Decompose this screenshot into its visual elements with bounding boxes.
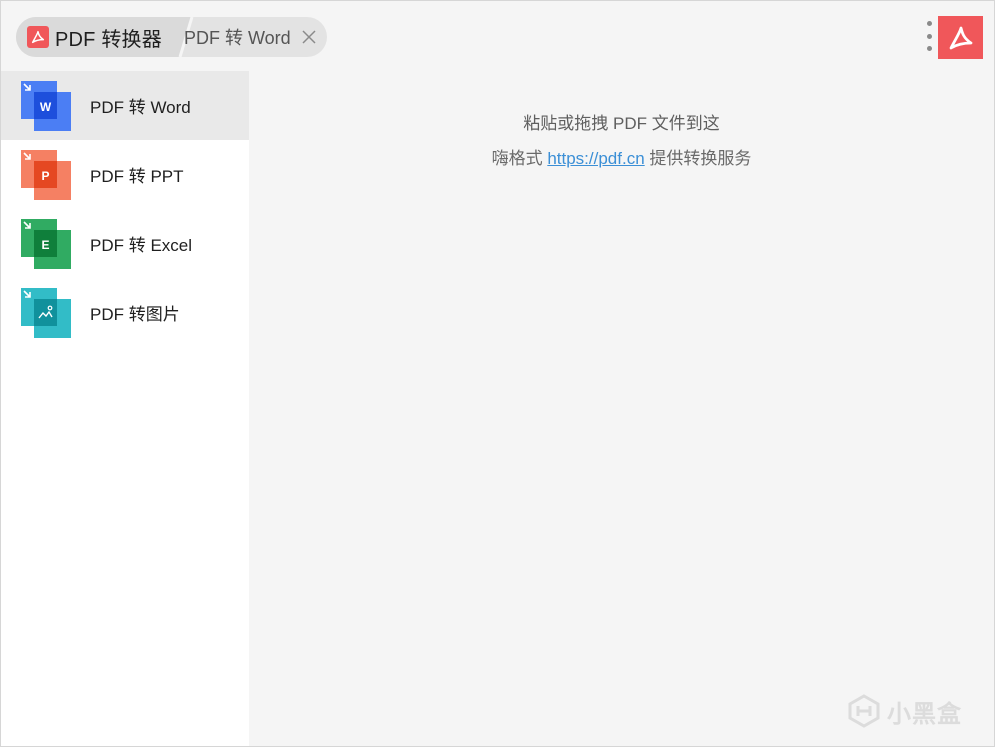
sidebar: W PDF 转 Word P PDF 转 PPT E PDF 转 Excel P… — [1, 71, 249, 746]
acrobat-icon — [949, 26, 972, 49]
ppt-doc-icon: P — [21, 150, 71, 200]
icon-letter: W — [40, 100, 52, 114]
credit-prefix: 嗨格式 — [491, 149, 543, 168]
more-vertical-icon[interactable] — [919, 21, 939, 51]
menu-dot — [926, 33, 932, 39]
watermark-text: 小黑盒 — [887, 700, 962, 728]
close-icon[interactable] — [301, 29, 317, 45]
menu-dot — [926, 46, 932, 51]
sidebar-item-label: PDF 转 Word — [90, 98, 191, 117]
app-title: PDF 转换器 — [55, 28, 162, 51]
heybox-logo-icon — [848, 694, 880, 728]
excel-doc-icon: E — [21, 219, 71, 269]
drop-hint-text: 粘贴或拖拽 PDF 文件到这 — [523, 114, 720, 133]
sidebar-item-pdf-to-ppt[interactable]: P PDF 转 PPT — [1, 140, 249, 209]
word-doc-icon: W — [21, 81, 71, 131]
sidebar-item-pdf-to-word[interactable]: W PDF 转 Word — [1, 71, 249, 140]
icon-letter: E — [41, 238, 49, 252]
header-bar: PDF 转换器 PDF 转 Word — [1, 1, 994, 71]
image-doc-icon — [21, 288, 71, 338]
credit-link[interactable]: https://pdf.cn — [547, 149, 644, 168]
watermark: 小黑盒 — [847, 691, 962, 731]
brand-button[interactable] — [938, 16, 983, 59]
sidebar-item-pdf-to-image[interactable]: PDF 转图片 — [1, 278, 249, 347]
breadcrumb-current-tab[interactable]: PDF 转 Word — [184, 17, 327, 57]
credit-line: 嗨格式 https://pdf.cn 提供转换服务 — [249, 144, 994, 169]
app-window: PDF 转换器 PDF 转 Word W PDF 转 Word P PDF 转 … — [0, 0, 995, 747]
menu-dot — [926, 21, 932, 26]
credit-suffix: 提供转换服务 — [649, 149, 752, 168]
sidebar-item-label: PDF 转 PPT — [90, 167, 184, 186]
breadcrumb-home[interactable]: PDF 转换器 — [16, 17, 176, 57]
icon-letter: P — [41, 169, 49, 183]
sidebar-item-pdf-to-excel[interactable]: E PDF 转 Excel — [1, 209, 249, 278]
sidebar-item-label: PDF 转 Excel — [90, 236, 193, 255]
breadcrumb: PDF 转换器 PDF 转 Word — [16, 17, 327, 57]
drop-zone[interactable]: 粘贴或拖拽 PDF 文件到这 嗨格式 https://pdf.cn 提供转换服务 — [249, 71, 994, 746]
acrobat-icon — [27, 26, 49, 48]
current-tab-label: PDF 转 Word — [184, 28, 291, 48]
sidebar-item-label: PDF 转图片 — [90, 305, 180, 324]
